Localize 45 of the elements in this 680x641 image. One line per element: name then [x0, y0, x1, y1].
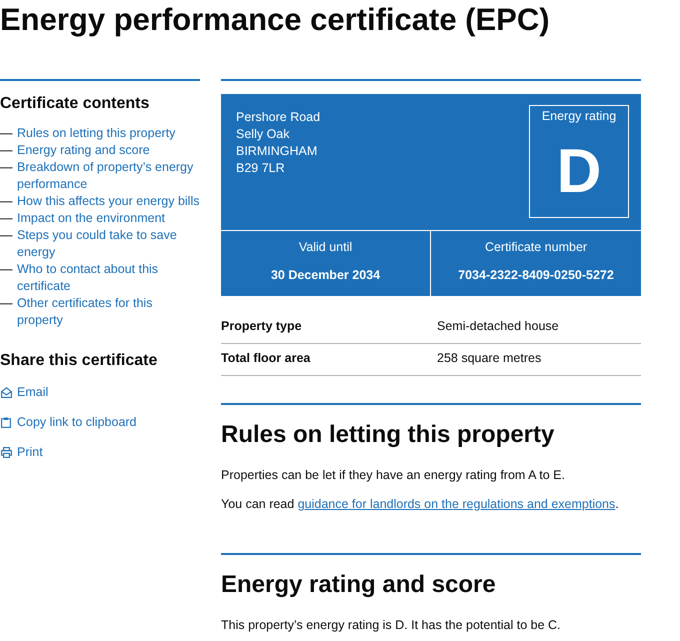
paragraph: This property’s energy rating is D. It has the potential to be C.: [221, 617, 562, 634]
contents-heading: Certificate contents: [0, 94, 150, 114]
address-line: Selly Oak: [236, 126, 290, 143]
print-link[interactable]: Print: [0, 442, 43, 462]
paragraph: You can read guidance for landlords on the regulations and exemptions.: [221, 496, 620, 513]
section-heading: Energy rating and score: [221, 570, 497, 600]
summary-label: Certificate number: [484, 239, 588, 256]
list-dash: —: [0, 142, 14, 159]
summary-label: Valid until: [298, 239, 352, 256]
address-line: BIRMINGHAM: [236, 143, 318, 160]
clipboard-icon: [1, 416, 12, 428]
address-line: B29 7LR: [236, 160, 286, 177]
contents-link[interactable]: Energy rating and score: [17, 142, 150, 159]
contents-link[interactable]: How this affects your energy bills: [17, 193, 200, 210]
envelope-icon: [1, 386, 12, 398]
list-dash: —: [0, 210, 14, 227]
list-dash: —: [0, 261, 14, 278]
detail-label: Total floor area: [221, 350, 312, 367]
detail-value: Semi-detached house: [437, 318, 559, 335]
list-dash: —: [0, 159, 14, 176]
summary-value: 7034-2322-8409-0250-5272: [458, 267, 614, 284]
guidance-link[interactable]: guidance for landlords on the regulations and exemptions: [298, 497, 616, 511]
contents-link[interactable]: Impact on the environment: [17, 210, 165, 227]
page-title: Energy performance certificate (EPC): [0, 1, 550, 39]
paragraph: Properties can be let if they have an energy rating from A to E.: [221, 467, 566, 484]
copy-link-button[interactable]: Copy link to clipboard: [0, 412, 137, 432]
list-dash: —: [0, 227, 14, 244]
contents-link[interactable]: Rules on letting this property: [17, 125, 176, 142]
share-heading: Share this certificate: [0, 351, 158, 371]
detail-value: 258 square metres: [437, 350, 542, 367]
email-link[interactable]: Email: [0, 382, 48, 402]
list-dash: —: [0, 125, 14, 142]
contents-link[interactable]: Other certificates for this property: [17, 295, 200, 329]
energy-rating-letter: D: [556, 142, 602, 202]
contents-link[interactable]: Who to contact about this certificate: [17, 261, 200, 295]
summary-value: 30 December 2034: [270, 267, 380, 284]
list-dash: —: [0, 295, 14, 312]
list-dash: —: [0, 193, 14, 210]
contents-link[interactable]: Breakdown of property’s energy performance: [17, 159, 200, 193]
contents-link[interactable]: Steps you could take to save energy: [17, 227, 200, 261]
detail-label: Property type: [221, 318, 303, 335]
section-heading: Rules on letting this property: [221, 420, 556, 450]
energy-rating-label: Energy rating: [542, 108, 616, 125]
printer-icon: [1, 446, 12, 458]
address-line: Pershore Road: [236, 109, 320, 126]
